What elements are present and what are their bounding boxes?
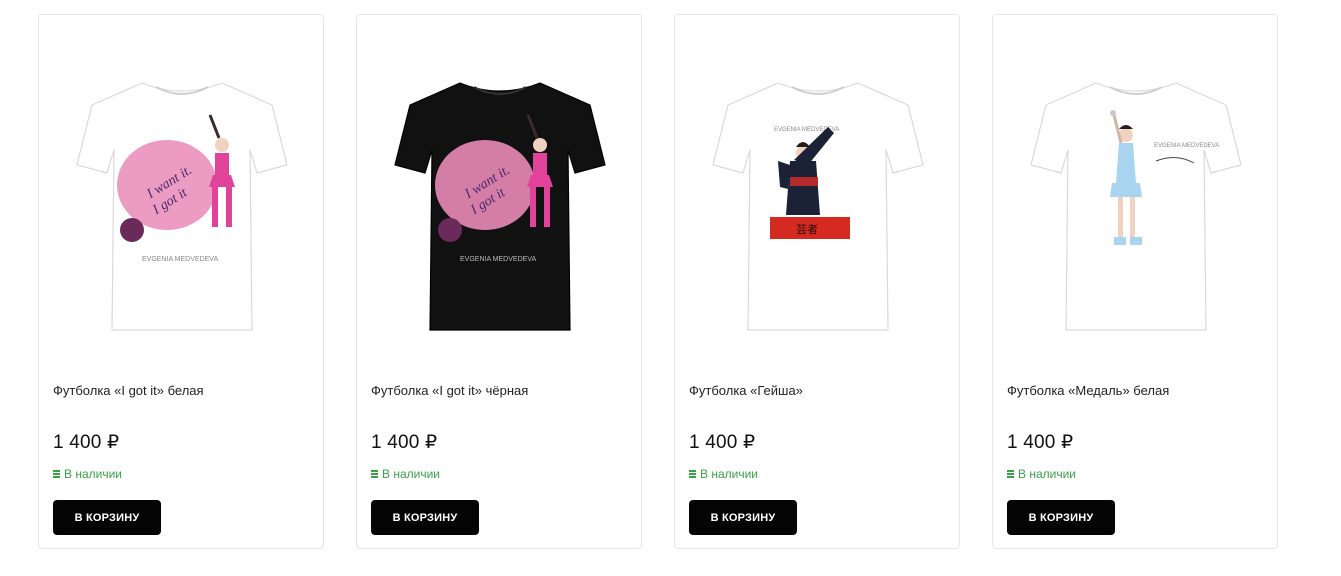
product-price: 1 400 ₽ bbox=[689, 432, 756, 453]
stock-icon bbox=[53, 470, 60, 478]
print-caption: EVGENIA MEDVEDEVA bbox=[142, 256, 218, 263]
tshirt-image: I want it. I got it EVGENIA MEDVEDEVA bbox=[394, 82, 606, 331]
tshirt-shape bbox=[1030, 82, 1242, 331]
stock-label: В наличии bbox=[382, 467, 441, 481]
add-to-cart-button[interactable]: В КОРЗИНУ bbox=[1007, 500, 1115, 535]
stock-icon bbox=[371, 470, 378, 478]
product-price: 1 400 ₽ bbox=[53, 432, 120, 453]
stock-label: В наличии bbox=[1018, 467, 1077, 481]
product-image[interactable]: I want it. I got it EVGENIA MEDVEDEVA bbox=[377, 55, 623, 345]
stock-icon bbox=[1007, 470, 1014, 478]
stock-status: В наличии bbox=[689, 467, 758, 481]
product-image[interactable]: I want it. I got it EVGENIA MEDVEDEVA bbox=[59, 55, 305, 345]
print-caption: EVGENIA MEDVEDEVA bbox=[1154, 143, 1219, 149]
add-to-cart-button[interactable]: В КОРЗИНУ bbox=[689, 500, 797, 535]
product-title[interactable]: Футболка «I got it» белая bbox=[53, 383, 311, 399]
product-card: EVGENIA MEDVEDEVA 芸者 Футболка «Гейша» 1 … bbox=[674, 14, 960, 549]
product-image[interactable]: EVGENIA MEDVEDEVA bbox=[1013, 55, 1259, 345]
tshirt-image: I want it. I got it EVGENIA MEDVEDEVA bbox=[76, 82, 288, 331]
tshirt-image: EVGENIA MEDVEDEVA bbox=[1030, 82, 1242, 331]
stock-status: В наличии bbox=[371, 467, 440, 481]
tshirt-image: EVGENIA MEDVEDEVA 芸者 bbox=[712, 82, 924, 331]
product-price: 1 400 ₽ bbox=[1007, 432, 1074, 453]
product-card: EVGENIA MEDVEDEVA Футболка «Медаль» бела… bbox=[992, 14, 1278, 549]
product-title[interactable]: Футболка «Медаль» белая bbox=[1007, 383, 1265, 399]
stock-label: В наличии bbox=[64, 467, 123, 481]
print-splash-drip bbox=[438, 218, 462, 242]
product-title[interactable]: Футболка «Гейша» bbox=[689, 383, 947, 399]
stock-status: В наличии bbox=[1007, 467, 1076, 481]
stock-label: В наличии bbox=[700, 467, 759, 481]
print-caption: EVGENIA MEDVEDEVA bbox=[460, 256, 536, 263]
product-grid: I want it. I got it EVGENIA MEDVEDEVA Фу… bbox=[0, 0, 1341, 576]
stock-status: В наличии bbox=[53, 467, 122, 481]
product-image[interactable]: EVGENIA MEDVEDEVA 芸者 bbox=[695, 55, 941, 345]
product-title[interactable]: Футболка «I got it» чёрная bbox=[371, 383, 629, 399]
add-to-cart-button[interactable]: В КОРЗИНУ bbox=[371, 500, 479, 535]
add-to-cart-button[interactable]: В КОРЗИНУ bbox=[53, 500, 161, 535]
stock-icon bbox=[689, 470, 696, 478]
product-card: I want it. I got it EVGENIA MEDVEDEVA Фу… bbox=[356, 14, 642, 549]
product-price: 1 400 ₽ bbox=[371, 432, 438, 453]
print-text-main: 芸者 bbox=[796, 223, 818, 236]
print-splash-drip bbox=[120, 218, 144, 242]
product-card: I want it. I got it EVGENIA MEDVEDEVA Фу… bbox=[38, 14, 324, 549]
